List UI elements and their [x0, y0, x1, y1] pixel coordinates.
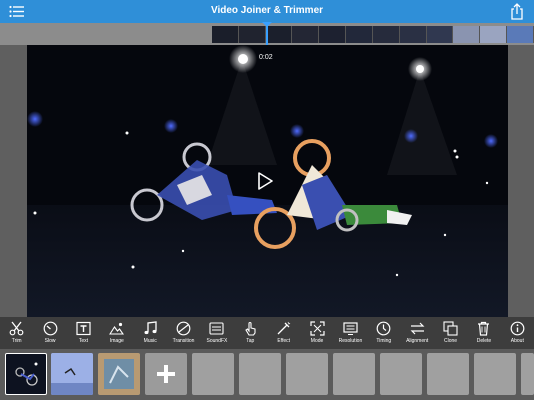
image-label: Image [109, 338, 124, 344]
info-icon [510, 321, 525, 336]
mode-label: Mode [310, 338, 324, 344]
tap-button[interactable]: Tap [234, 317, 267, 349]
tap-label: Tap [246, 338, 255, 344]
clip-thumbnail-image [15, 362, 38, 386]
timeline-frame [399, 26, 427, 43]
plus-icon [157, 365, 175, 383]
clip-tray [0, 349, 534, 400]
clip-thumbnail[interactable] [5, 353, 47, 395]
timeline-frame [319, 26, 347, 43]
empty-clip-slot[interactable] [192, 353, 234, 395]
slow-label: Slow [44, 338, 56, 344]
soundfx-icon [209, 322, 224, 335]
clone-label: Clone [444, 338, 458, 344]
timeline-frame [238, 26, 266, 43]
clip-thumbnail[interactable] [51, 353, 93, 395]
edit-toolbar: Trim Slow Text Image Music Transition So… [0, 317, 534, 349]
text-label: Text [78, 338, 89, 344]
resolution-button[interactable]: Resolution [334, 317, 367, 349]
empty-clip-slot[interactable] [427, 353, 469, 395]
mode-button[interactable]: Mode [300, 317, 333, 349]
trash-icon [478, 321, 490, 336]
empty-clip-slot[interactable] [521, 353, 534, 395]
image-button[interactable]: Image [100, 317, 133, 349]
transition-icon [176, 321, 191, 336]
timing-icon [376, 321, 391, 336]
trim-button[interactable]: Trim [0, 317, 33, 349]
about-label: About [510, 338, 524, 344]
alignment-label: Alignment [406, 338, 429, 344]
about-button[interactable]: About [501, 317, 534, 349]
preview-area: 0:02 [0, 45, 534, 317]
empty-clip-slot[interactable] [333, 353, 375, 395]
clip-thumbnail-image [98, 353, 140, 395]
transition-label: Transition [172, 338, 195, 344]
text-icon [76, 321, 91, 336]
video-preview[interactable]: 0:02 [27, 45, 508, 317]
timing-button[interactable]: Timing [367, 317, 400, 349]
timeline-frame [480, 26, 508, 43]
clone-button[interactable]: Clone [434, 317, 467, 349]
timeline-frame [346, 26, 373, 43]
transition-button[interactable]: Transition [167, 317, 200, 349]
delete-button[interactable]: Delete [467, 317, 500, 349]
effect-label: Effect [277, 338, 291, 344]
timeline-frame [426, 26, 454, 43]
timeline-frame [212, 26, 239, 43]
timeline-scrubber[interactable] [0, 22, 534, 45]
speedometer-icon [43, 321, 57, 336]
timing-label: Timing [376, 338, 392, 344]
soundfx-label: SoundFX [206, 338, 228, 344]
music-icon [144, 321, 157, 335]
effect-icon [277, 321, 291, 335]
current-time-label: 0:02 [259, 54, 273, 61]
music-button[interactable]: Music [134, 317, 167, 349]
empty-clip-slot[interactable] [239, 353, 281, 395]
mode-icon [309, 321, 325, 336]
timeline-frame [292, 26, 320, 43]
timeline-frame [372, 26, 400, 43]
share-icon[interactable] [510, 3, 524, 20]
empty-clip-slot[interactable] [286, 353, 328, 395]
empty-clip-slot[interactable] [380, 353, 422, 395]
alignment-icon [410, 322, 425, 335]
soundfx-button[interactable]: SoundFX [200, 317, 233, 349]
scissors-icon [9, 321, 24, 336]
app-title: Video Joiner & Trimmer [210, 5, 324, 16]
trim-label: Trim [11, 338, 22, 344]
alignment-button[interactable]: Alignment [401, 317, 434, 349]
resolution-label: Resolution [338, 338, 363, 344]
timeline-playhead[interactable] [262, 22, 272, 45]
music-label: Music [143, 338, 157, 344]
effect-button[interactable]: Effect [267, 317, 300, 349]
timeline-thumbnails [212, 26, 534, 43]
clone-icon [443, 321, 458, 336]
delete-label: Delete [476, 338, 492, 344]
text-button[interactable]: Text [67, 317, 100, 349]
nav-bar: Video Joiner & Trimmer [0, 0, 534, 23]
image-icon [109, 322, 125, 335]
clip-thumbnail[interactable] [98, 353, 140, 395]
timeline-frame [507, 26, 534, 43]
slow-button[interactable]: Slow [33, 317, 66, 349]
resolution-icon [343, 322, 358, 335]
play-icon[interactable] [257, 172, 273, 190]
timeline-frame [453, 26, 481, 43]
empty-clip-slot[interactable] [474, 353, 516, 395]
timeline-frame [265, 26, 293, 43]
tap-icon [245, 321, 256, 336]
add-clip-button[interactable] [145, 353, 187, 395]
clip-thumbnail-image [51, 353, 93, 395]
